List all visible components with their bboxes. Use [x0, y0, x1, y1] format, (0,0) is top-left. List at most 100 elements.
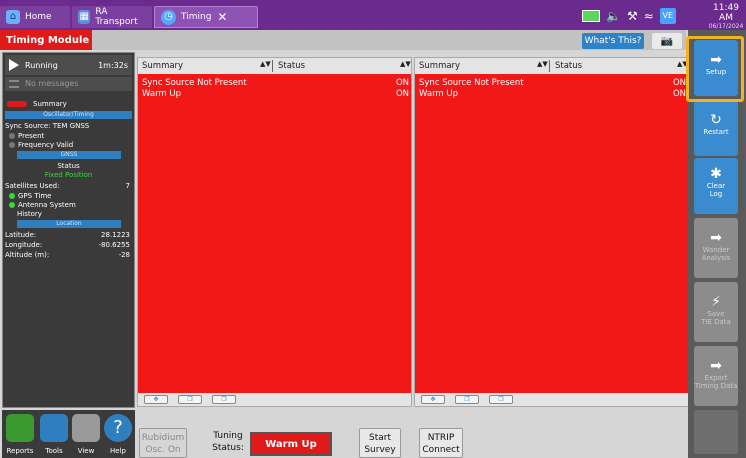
paste-icon[interactable]: ❐	[212, 395, 236, 404]
tuning-status-value: Warm Up	[250, 432, 332, 456]
bottom-toolbar: Rubidium Osc. On Tuning Status: Warm Up …	[137, 424, 686, 458]
message-text: No messages	[25, 79, 79, 88]
message-box[interactable]: No messages	[5, 77, 132, 91]
sort-icon[interactable]: ▲▼	[400, 60, 411, 68]
clear-icon: ✱	[710, 166, 722, 182]
satellites-label: Satellites Used:	[5, 182, 60, 190]
oscillator-section-label: Oscillator/Timing	[43, 111, 94, 118]
start-survey-button[interactable]: Start Survey	[359, 428, 401, 458]
sort-icon[interactable]: ▲▼	[537, 60, 548, 68]
run-state: Running	[25, 61, 58, 70]
device-badge: VE	[659, 8, 676, 24]
table-row[interactable]: Warm Up ON	[415, 89, 688, 100]
clock-date: 06/17/2024	[708, 23, 744, 30]
column-summary[interactable]: Summary	[419, 61, 460, 71]
row-summary: Warm Up	[419, 89, 459, 99]
clock-time: 11:49 AM	[713, 3, 739, 23]
setup-highlight	[686, 36, 744, 102]
altitude-label: Altitude (m):	[5, 251, 50, 259]
tab-timing[interactable]: ◷ Timing ✕	[154, 6, 258, 28]
start-survey-label-2: Survey	[364, 445, 396, 455]
copy-icon[interactable]: ❐	[178, 395, 202, 404]
arrow-right-icon: ➡	[710, 230, 722, 246]
row-summary: Warm Up	[142, 89, 182, 99]
gps-time-label: GPS Time	[18, 192, 52, 200]
tab-ra-transport[interactable]: ▦ RA Transport	[72, 6, 152, 28]
move-icon[interactable]: ✥	[144, 395, 168, 404]
row-status: ON	[395, 78, 409, 88]
close-icon[interactable]: ✕	[217, 10, 227, 24]
rubidium-osc-button[interactable]: Rubidium Osc. On	[139, 428, 187, 458]
bottom-nav: ? Reports Tools View Help	[2, 410, 135, 458]
restart-button[interactable]: ↻ Restart	[694, 100, 738, 156]
reports-icon[interactable]	[6, 414, 34, 442]
status-label: Status	[57, 162, 80, 170]
sync-source: Sync Source: TEM GNSS	[5, 122, 90, 130]
tab-ra-transport-label: RA Transport	[95, 7, 138, 27]
row-status: ON	[395, 89, 409, 99]
export-timing-data-button[interactable]: ➡ Export Timing Data	[694, 346, 738, 406]
satellites-value: 7	[125, 182, 130, 190]
paste-icon[interactable]: ❐	[489, 395, 513, 404]
wander-analysis-button[interactable]: ➡ Wander Analysis	[694, 218, 738, 278]
tuning-label-1: Tuning	[213, 431, 243, 441]
timing-app-window: ⌂ Home ▦ RA Transport ◷ Timing ✕ 🔈 ⚒ ≈ V…	[0, 0, 746, 458]
status-value: Fixed Position	[44, 171, 93, 179]
table-footer: ✥ ❐ ❐	[138, 393, 411, 406]
ntrip-connect-button[interactable]: NTRIP Connect	[419, 428, 463, 458]
help-icon[interactable]: ?	[104, 414, 132, 442]
latitude-label: Latitude:	[5, 231, 37, 239]
sort-icon[interactable]: ▲▼	[260, 60, 271, 68]
location-section-label: Location	[56, 220, 82, 227]
ntrip-label-1: NTRIP	[427, 433, 455, 443]
play-icon	[9, 59, 19, 71]
row-status: ON	[672, 89, 686, 99]
whats-this-button[interactable]: What's This?	[582, 33, 644, 49]
column-status[interactable]: Status	[555, 61, 582, 71]
frequency-valid-row: Frequency Valid	[9, 141, 73, 150]
history-label: History	[17, 210, 42, 218]
run-status[interactable]: Running 1m:32s	[5, 55, 132, 75]
longitude-value: -80.6255	[98, 241, 130, 249]
summary-indicator	[7, 101, 27, 107]
column-status[interactable]: Status	[278, 61, 305, 71]
column-divider	[272, 60, 273, 72]
elapsed-time: 1m:32s	[98, 61, 128, 70]
module-title[interactable]: Timing Module	[0, 30, 92, 50]
save-tie-label-1: Save	[707, 310, 725, 318]
table-row[interactable]: Sync Source Not Present ON	[415, 78, 688, 89]
column-divider	[549, 60, 550, 72]
oscillator-section: Oscillator/Timing	[5, 111, 132, 119]
ntrip-label-2: Connect	[422, 445, 460, 455]
tab-home[interactable]: ⌂ Home	[0, 6, 70, 28]
battery-icon	[582, 10, 600, 22]
view-icon[interactable]	[72, 414, 100, 442]
location-section: Location	[17, 220, 121, 228]
camera-icon[interactable]: 📷	[652, 33, 682, 49]
clear-log-label-2: Log	[709, 190, 723, 198]
tools-icon[interactable]	[40, 414, 68, 442]
view-label: View	[77, 447, 95, 455]
message-icon	[9, 80, 19, 88]
column-summary[interactable]: Summary	[142, 61, 183, 71]
antenna-row: Antenna System	[9, 201, 76, 210]
latitude-value: 28.1223	[101, 231, 130, 239]
summary-label: Summary	[33, 100, 67, 108]
wifi-icon: ≈	[643, 9, 654, 23]
export-label-1: Export	[704, 374, 728, 382]
table-row[interactable]: Sync Source Not Present ON	[138, 78, 411, 89]
home-icon: ⌂	[6, 10, 20, 24]
save-tie-data-button[interactable]: ⚡ Save TIE Data	[694, 282, 738, 342]
move-icon[interactable]: ✥	[421, 395, 445, 404]
clear-log-button[interactable]: ✱ Clear Log	[694, 158, 738, 214]
left-status-panel: Running 1m:32s No messages Summary Oscil…	[2, 52, 135, 408]
present-indicator	[9, 133, 15, 139]
gps-time-indicator	[9, 193, 15, 199]
tuning-label-2: Status:	[212, 443, 244, 453]
tab-timing-label: Timing	[181, 12, 212, 22]
tools-label: Tools	[45, 447, 63, 455]
wander-label-2: Analysis	[701, 254, 731, 262]
longitude-label: Longitude:	[5, 241, 43, 249]
table-row[interactable]: Warm Up ON	[138, 89, 411, 100]
copy-icon[interactable]: ❐	[455, 395, 479, 404]
